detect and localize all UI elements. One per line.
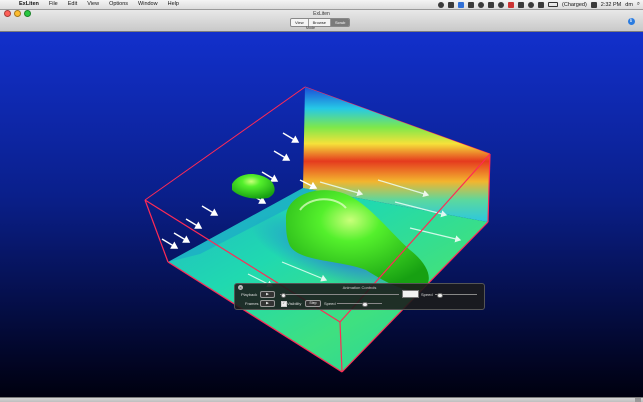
battery-status: (Charged) bbox=[562, 1, 587, 8]
menu-window[interactable]: Window bbox=[133, 0, 163, 9]
status-item-icon[interactable] bbox=[458, 1, 465, 8]
mode-scrub-button[interactable]: Scrub bbox=[330, 19, 350, 26]
mode-segmented-control: View Browse Scrub bbox=[290, 18, 351, 27]
menu-options[interactable]: Options bbox=[104, 0, 133, 9]
status-item-icon[interactable] bbox=[498, 1, 505, 8]
status-item-icon[interactable] bbox=[438, 1, 445, 8]
status-item-icon[interactable] bbox=[468, 1, 475, 8]
wifi-icon[interactable] bbox=[528, 1, 535, 8]
step-button[interactable]: Step bbox=[305, 300, 321, 307]
speed2-slider-knob[interactable] bbox=[362, 301, 368, 307]
panel-title: Animation Controls bbox=[342, 285, 377, 290]
speed2-label: Speed bbox=[324, 301, 336, 306]
status-item-icon[interactable] bbox=[478, 1, 485, 8]
window-title: ExLiten bbox=[313, 11, 330, 17]
playback-slider-knob[interactable] bbox=[280, 292, 287, 298]
speed2-slider[interactable] bbox=[337, 303, 382, 304]
mode-label: Mode bbox=[306, 26, 315, 30]
flag-icon[interactable] bbox=[590, 1, 597, 8]
animation-controls-panel: × Animation Controls Playback ▶ Speed Fr… bbox=[234, 283, 485, 310]
clock[interactable]: 2:32 PM bbox=[601, 2, 621, 8]
resize-grip-icon[interactable] bbox=[635, 398, 641, 402]
status-item-icon[interactable] bbox=[488, 1, 495, 8]
volume-icon[interactable] bbox=[538, 1, 545, 8]
menu-file[interactable]: File bbox=[44, 0, 63, 9]
screen: { "menubar": { "apple_symbol": "", "item… bbox=[0, 0, 643, 402]
mode-browse-button[interactable]: Browse bbox=[308, 19, 331, 26]
spotlight-search-icon[interactable]: ⌕ bbox=[637, 1, 640, 8]
info-icon: i bbox=[627, 18, 635, 25]
status-item-icon[interactable] bbox=[448, 1, 455, 8]
user-name[interactable]: dm bbox=[625, 2, 633, 8]
battery-icon[interactable] bbox=[548, 2, 559, 7]
frames-play-button[interactable]: ▶ bbox=[260, 300, 275, 307]
playback-slider[interactable] bbox=[280, 294, 399, 295]
menu-app-name[interactable]: ExLiten bbox=[14, 0, 44, 9]
menu-help[interactable]: Help bbox=[163, 0, 184, 9]
status-item-icon[interactable] bbox=[518, 1, 525, 8]
playback-play-button[interactable]: ▶ bbox=[260, 291, 275, 298]
status-bar bbox=[0, 397, 643, 402]
window-toolbar: ExLiten View Browse Scrub Mode i Get Inf… bbox=[0, 10, 643, 39]
menu-bar: ExLiten File Edit View Options Window He… bbox=[0, 0, 643, 10]
status-menus: (Charged) 2:32 PM dm ⌕ bbox=[438, 1, 643, 8]
3d-viewport[interactable] bbox=[0, 32, 643, 397]
menu-view[interactable]: View bbox=[82, 0, 104, 9]
status-item-icon[interactable] bbox=[508, 1, 515, 8]
mode-view-button[interactable]: View bbox=[291, 19, 309, 26]
playback-label: Playback bbox=[241, 292, 258, 297]
speed-slider-knob[interactable] bbox=[437, 292, 443, 298]
frames-label: Frames bbox=[245, 301, 259, 306]
speed-label: Speed bbox=[421, 292, 433, 297]
visibility-checkbox[interactable]: ✓ bbox=[281, 301, 287, 307]
frame-field[interactable] bbox=[402, 290, 419, 298]
menu-edit[interactable]: Edit bbox=[63, 0, 82, 9]
visibility-label: Visibility bbox=[287, 301, 302, 306]
